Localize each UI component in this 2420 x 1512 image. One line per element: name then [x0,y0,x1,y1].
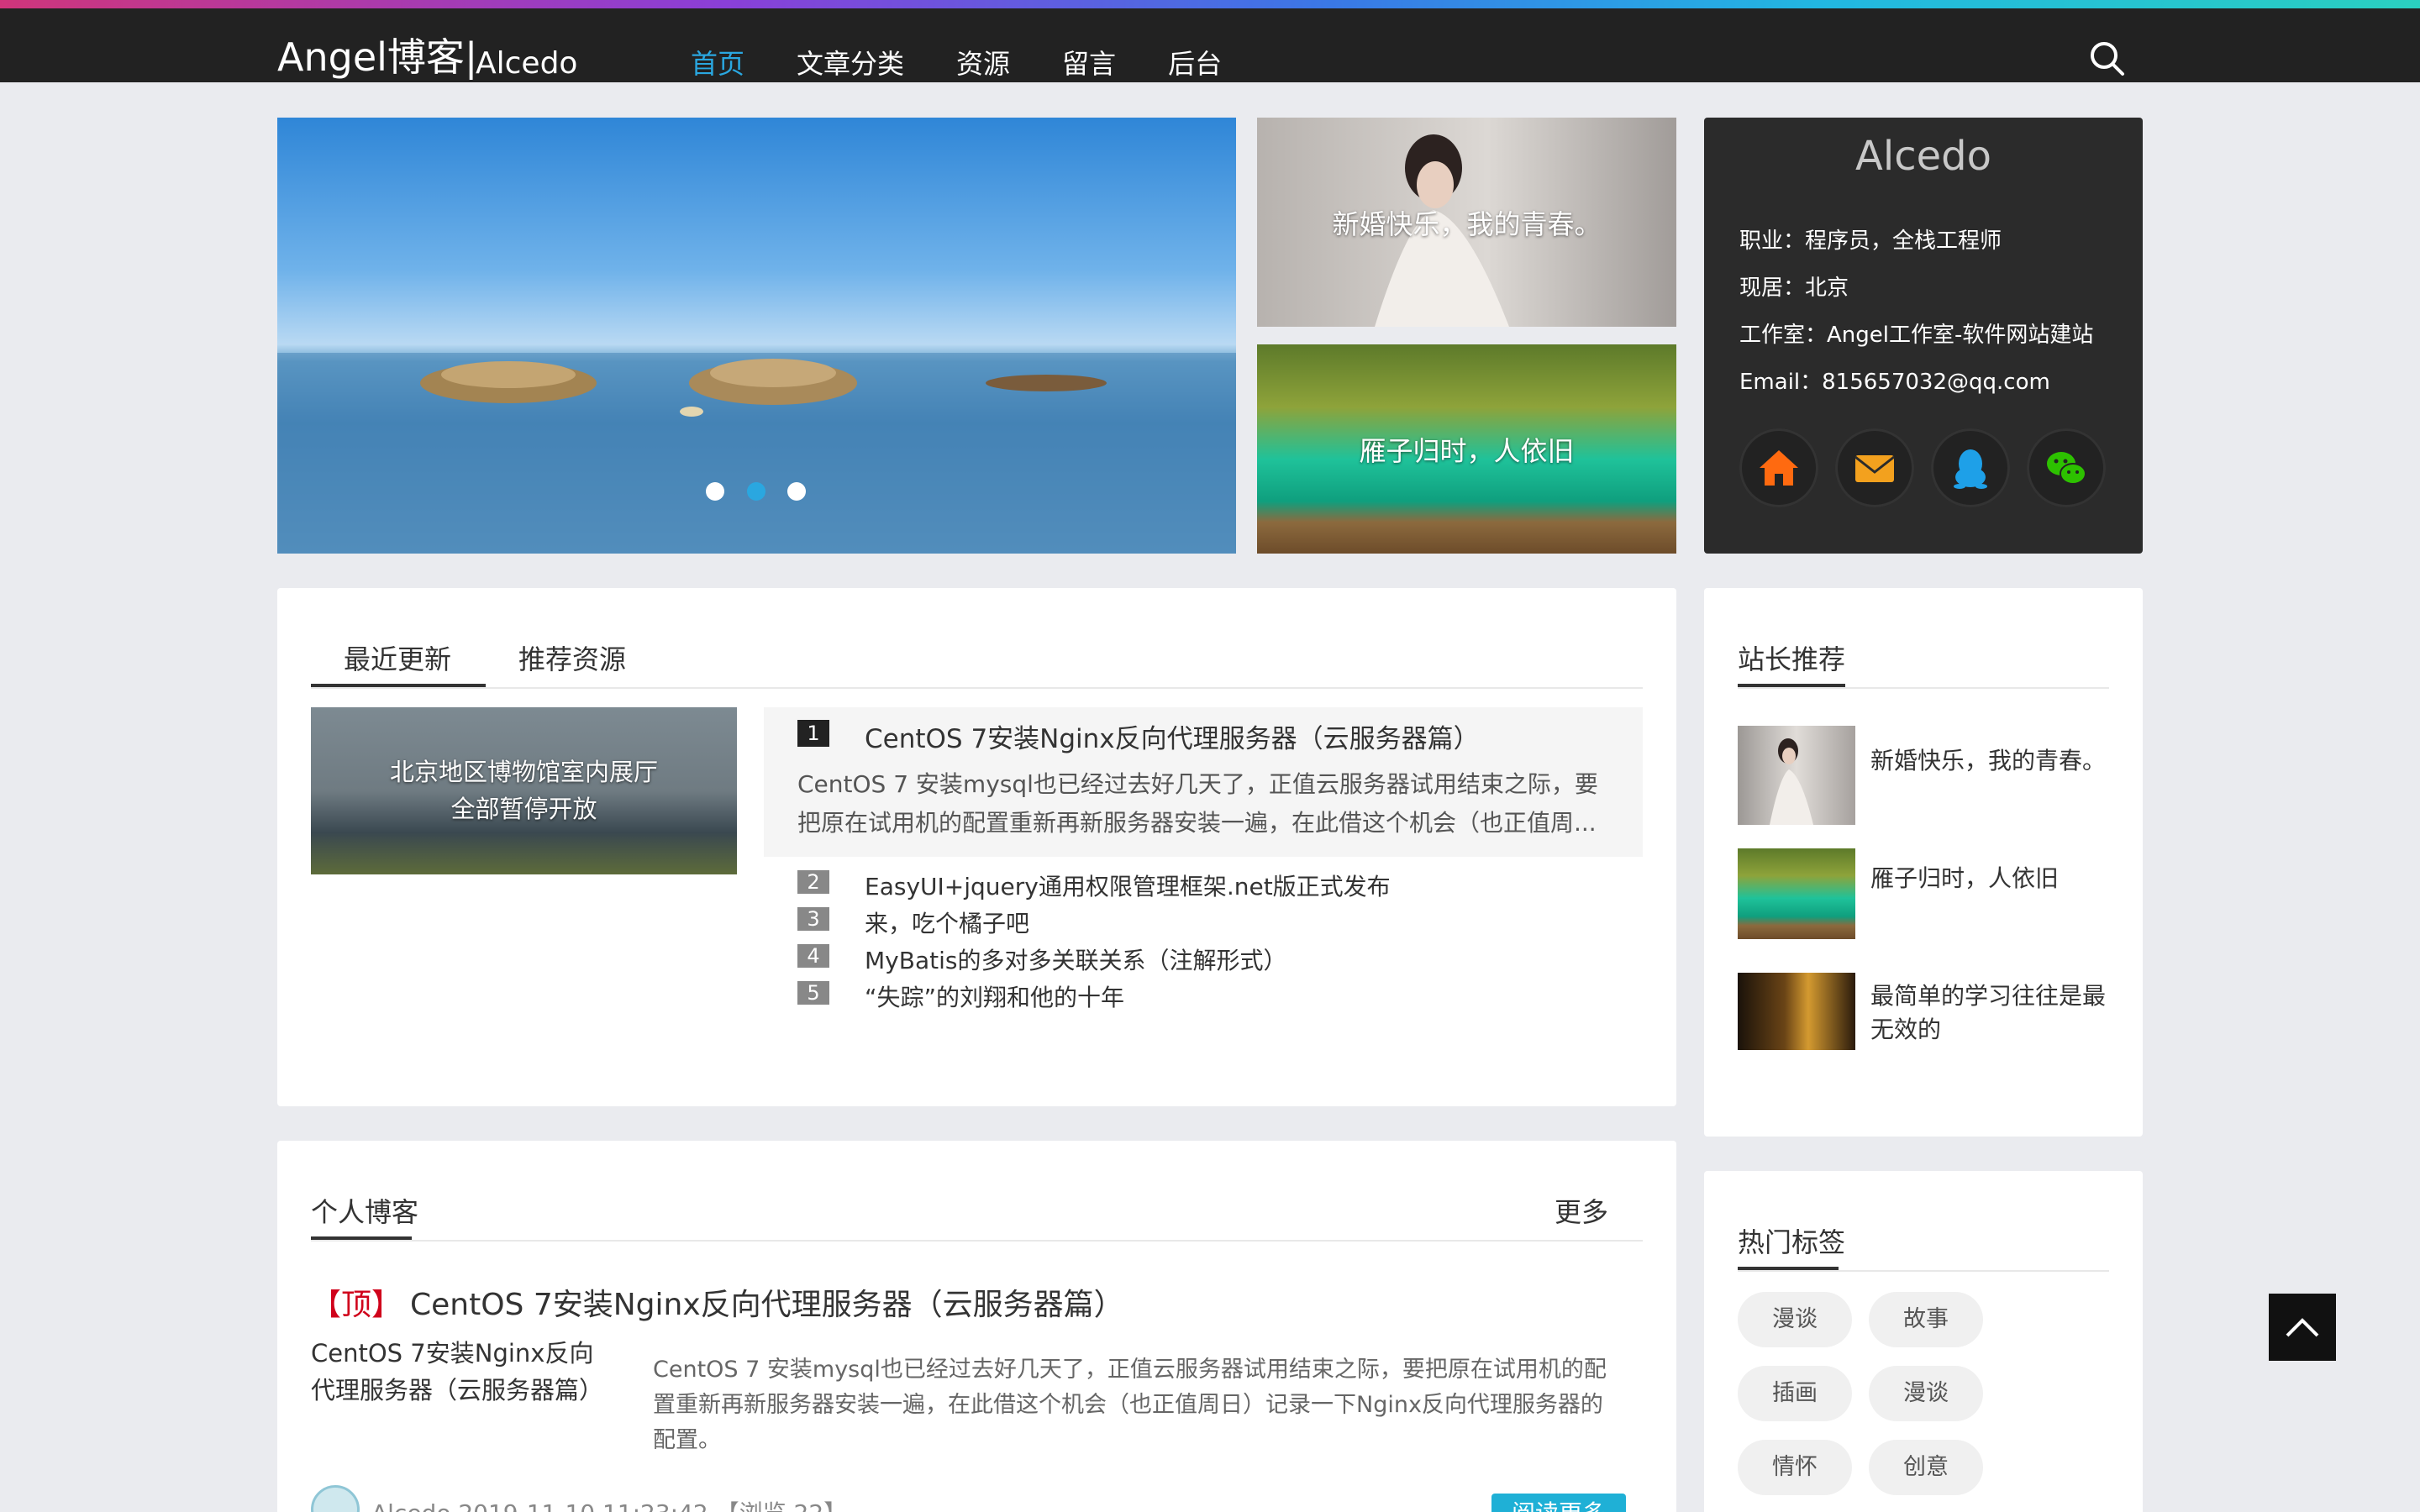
rank-4: 4 [797,944,829,968]
tag-6[interactable]: 创意 [1869,1440,1983,1495]
blog-heading: 个人博客 [311,1196,419,1228]
tab-recent-updates[interactable]: 最近更新 [344,638,451,677]
wechat-icon [2047,452,2086,485]
profile-name: Alcedo [1855,133,1991,180]
main-nav: 首页 文章分类 资源 留言 后台 [691,47,1274,81]
blog-more-link[interactable]: 更多 [1555,1191,1608,1230]
home-icon [1760,450,1798,486]
top-gradient-bar [0,0,2420,8]
update-thumbnail-caption-1: 北京地区博物馆室内展厅 [389,758,658,786]
read-more-button[interactable]: 阅读更多 [1491,1494,1626,1512]
recommend-item-2[interactable]: 雁子归时，人依旧 [1870,860,2059,894]
active-tab-underline [311,684,486,687]
slider-dot-2[interactable] [747,482,765,501]
nav-resources[interactable]: 资源 [956,47,1010,81]
update-item-4[interactable]: MyBatis的多对多关联关系（注解形式） [865,942,1286,976]
top-badge: 【顶】 [311,1288,402,1322]
blog-thumb-line-2[interactable]: 代理服务器（云服务器篇） [311,1371,603,1406]
tags-divider [1738,1270,2109,1272]
blog-divider [311,1240,1643,1242]
tag-3[interactable]: 插画 [1738,1366,1852,1421]
feature-tile-2-caption: 雁子归时，人依旧 [1359,434,1575,467]
recommend-heading: 站长推荐 [1738,643,1846,675]
featured-excerpt-line-1: CentOS 7 安装mysql也已经过去好几天了，正值云服务器试用结束之际，要 [797,770,1598,798]
tag-2[interactable]: 故事 [1869,1292,1983,1347]
qq-link[interactable] [1931,428,2010,507]
feature-tile-1-caption: 新婚快乐，我的青春。 [1332,207,1602,240]
tags-underline [1738,1267,1839,1270]
header: Angel博客| Alcedo 首页 文章分类 资源 留言 后台 [0,8,2420,82]
update-thumbnail-caption-2: 全部暂停开放 [450,795,597,823]
rank-3: 3 [797,907,829,931]
tag-1[interactable]: 漫谈 [1738,1292,1852,1347]
profile-studio: 工作室：Angel工作室-软件网站建站 [1739,323,2094,348]
slider-dot-3[interactable] [787,482,806,501]
recommend-thumb-3[interactable] [1738,973,1855,1050]
wechat-link[interactable] [2027,428,2106,507]
recommend-divider [1738,687,2109,689]
bride-thumb-image [1770,738,1813,825]
slider-dot-1[interactable] [706,482,724,501]
recommend-thumb-1[interactable] [1738,726,1855,825]
featured-title[interactable]: CentOS 7安装Nginx反向代理服务器（云服务器篇） [865,717,1480,755]
update-item-5[interactable]: “失踪”的刘翔和他的十年 [865,979,1124,1013]
recommend-item-1[interactable]: 新婚快乐，我的青春。 [1870,743,2106,776]
profile-city: 现居：北京 [1739,276,1849,301]
tag-5[interactable]: 情怀 [1738,1440,1852,1495]
blog-thumb-line-1[interactable]: CentOS 7安装Nginx反向 [311,1334,593,1369]
personal-blog-card [277,1141,1676,1512]
rank-5: 5 [797,981,829,1005]
profile-card: Alcedo 职业：程序员，全栈工程师 现居：北京 工作室：Angel工作室-软… [1704,118,2143,554]
feature-tile-1[interactable]: 新婚快乐，我的青春。 [1257,118,1676,327]
update-item-2[interactable]: EasyUI+jquery通用权限管理框架.net版正式发布 [865,869,1391,902]
email-link[interactable] [1835,428,1914,507]
home-link[interactable] [1739,428,1818,507]
blog-post-title[interactable]: CentOS 7安装Nginx反向代理服务器（云服务器篇） [410,1280,1124,1324]
recommend-underline [1738,684,1845,687]
update-item-3[interactable]: 来，吃个橘子吧 [865,906,1029,939]
recommend-thumb-2[interactable] [1738,848,1855,939]
tags-heading: 热门标签 [1738,1226,1846,1258]
recommend-item-3-line-2[interactable]: 无效的 [1870,1011,1941,1045]
blog-excerpt-line-1: CentOS 7 安装mysql也已经过去好几天了，正值云服务器试用结束之际，要… [653,1357,1607,1383]
qq-icon [1954,449,1987,489]
chevron-up-icon [2286,1318,2319,1337]
tag-4[interactable]: 漫谈 [1869,1366,1983,1421]
search-icon[interactable] [2087,39,2126,77]
back-to-top-button[interactable] [2269,1294,2336,1361]
blog-meta: Alcedo 2019-11-10 11:23:42 【浏览 22】 [371,1495,847,1512]
profile-job: 职业：程序员，全栈工程师 [1739,228,2002,254]
blog-excerpt-line-3: 配置。 [653,1427,721,1453]
blog-underline [311,1236,412,1240]
featured-excerpt-line-2: 把原在试用机的配置重新再新服务器安装一遍，在此借这个机会（也正值周... [797,809,1597,837]
nav-admin[interactable]: 后台 [1168,47,1222,81]
nav-home[interactable]: 首页 [691,47,744,81]
nav-guestbook[interactable]: 留言 [1062,47,1116,81]
featured-rank: 1 [797,720,829,747]
nav-categories[interactable]: 文章分类 [797,47,904,81]
blog-excerpt-line-2: 置重新再新服务器安装一遍，在此借这个机会（也正值周日）记录一下Nginx反向代理… [653,1392,1603,1418]
profile-email: Email：815657032@qq.com [1739,370,2050,395]
tab-recommended-resources[interactable]: 推荐资源 [518,638,626,677]
mail-icon [1854,455,1895,482]
update-thumbnail[interactable]: 北京地区博物馆室内展厅 全部暂停开放 [311,707,737,874]
site-logo-sub[interactable]: Alcedo [476,45,577,82]
feature-tile-2[interactable]: 雁子归时，人依旧 [1257,344,1676,554]
site-logo[interactable]: Angel博客| [277,34,477,81]
rank-2: 2 [797,870,829,894]
recommend-item-3-line-1[interactable]: 最简单的学习往往是最 [1870,978,2106,1011]
tabs-divider [311,687,1643,689]
